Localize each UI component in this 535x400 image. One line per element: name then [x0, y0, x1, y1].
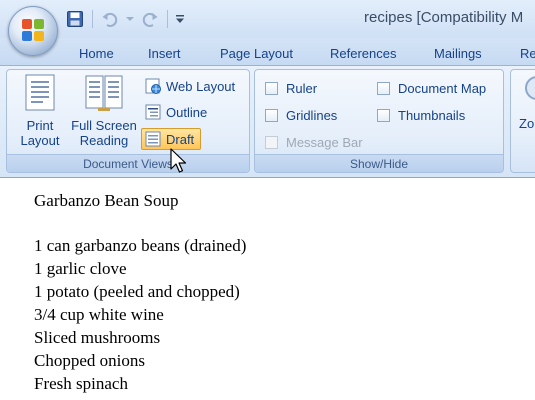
ruler-label: Ruler: [286, 80, 318, 96]
print-layout-label-2: Layout: [20, 133, 60, 148]
chevron-down-icon: [126, 17, 134, 21]
full-screen-reading-label-2: Reading: [79, 133, 129, 148]
recipe-title: Garbanzo Bean Soup: [34, 191, 179, 210]
thumbnails-checkbox-box[interactable]: [377, 108, 390, 122]
zoom-label: Zo: [519, 116, 535, 131]
outline-label: Outline: [166, 104, 208, 120]
thumbnails-label: Thumbnails: [398, 107, 466, 123]
draft-label: Draft: [166, 131, 195, 147]
web-layout-label: Web Layout: [166, 78, 236, 94]
redo-button[interactable]: [139, 8, 161, 30]
ingredient-line: Fresh spinach: [34, 374, 128, 393]
undo-dropdown-button[interactable]: [125, 8, 135, 30]
ingredient-line: 1 garlic clove: [34, 259, 127, 278]
full-screen-reading-label-1: Full Screen: [71, 118, 137, 133]
print-layout-button[interactable]: Print Layout: [13, 74, 67, 148]
print-layout-label-1: Print: [26, 118, 54, 133]
window-title: recipes [Compatibility M: [364, 9, 524, 26]
customize-toolbar-button[interactable]: [174, 8, 186, 30]
web-layout-button[interactable]: Web Layout: [145, 75, 235, 97]
ingredient-line: 3/4 cup white wine: [34, 305, 164, 324]
show-hide-group: Ruler Gridlines Message Bar Document Map…: [254, 69, 504, 173]
magnifier-icon: [519, 74, 535, 110]
full-screen-reading-icon: [84, 74, 124, 112]
gridlines-checkbox[interactable]: Gridlines: [265, 105, 337, 125]
ingredient-line: 1 can garbanzo beans (drained): [34, 236, 247, 255]
document-map-checkbox[interactable]: Document Map: [377, 78, 486, 98]
print-layout-icon: [23, 74, 57, 112]
zoom-group: Zo: [510, 69, 535, 173]
ribbon-tabs: Home Insert Page Layout References Maili…: [0, 38, 535, 66]
tab-references[interactable]: References: [330, 46, 396, 61]
message-bar-checkbox: Message Bar: [265, 132, 363, 152]
undo-button[interactable]: [99, 8, 121, 30]
outline-button[interactable]: Outline: [145, 101, 207, 123]
message-bar-checkbox-box: [265, 135, 278, 149]
show-hide-group-label: Show/Hide: [255, 154, 503, 172]
save-button[interactable]: [64, 8, 86, 30]
tab-insert[interactable]: Insert: [148, 46, 181, 61]
full-screen-reading-button[interactable]: Full Screen Reading: [67, 74, 141, 148]
redo-icon: [142, 12, 158, 27]
customize-icon: [176, 15, 184, 23]
document-views-group: Print Layout Full Screen Reading Web Lay…: [6, 69, 250, 173]
ruler-checkbox[interactable]: Ruler: [265, 78, 317, 98]
document-map-checkbox-box[interactable]: [377, 81, 390, 95]
draft-button[interactable]: Draft: [141, 128, 202, 150]
ingredient-line: Chopped onions: [34, 351, 145, 370]
draft-icon: [145, 131, 161, 147]
undo-icon: [102, 12, 118, 27]
document-views-group-label: Document Views: [7, 154, 249, 172]
gridlines-checkbox-box[interactable]: [265, 108, 278, 122]
office-button[interactable]: [8, 6, 58, 56]
office-logo-icon: [22, 19, 46, 43]
message-bar-label: Message Bar: [286, 134, 363, 150]
web-layout-icon: [145, 78, 161, 94]
tab-mailings[interactable]: Mailings: [434, 46, 482, 61]
tab-home[interactable]: Home: [79, 46, 114, 61]
toolbar-separator: [167, 10, 168, 28]
gridlines-label: Gridlines: [286, 107, 338, 123]
ingredient-line: 1 potato (peeled and chopped): [34, 282, 240, 301]
tab-page-layout[interactable]: Page Layout: [220, 46, 293, 61]
title-bar: recipes [Compatibility M: [0, 0, 535, 38]
zoom-button[interactable]: Zo: [519, 74, 535, 131]
document-map-label: Document Map: [398, 80, 487, 96]
ribbon: Print Layout Full Screen Reading Web Lay…: [0, 66, 535, 178]
outline-icon: [145, 104, 161, 120]
save-icon: [67, 11, 83, 27]
document-area[interactable]: Garbanzo Bean Soup 1 can garbanzo beans …: [0, 178, 535, 400]
ruler-checkbox-box[interactable]: [265, 81, 278, 95]
ingredient-line: Sliced mushrooms: [34, 328, 161, 347]
mouse-pointer-icon: [170, 148, 187, 173]
quick-access-toolbar: [64, 7, 186, 31]
toolbar-separator: [92, 10, 93, 28]
tab-review[interactable]: Re: [520, 46, 535, 61]
thumbnails-checkbox[interactable]: Thumbnails: [377, 105, 465, 125]
